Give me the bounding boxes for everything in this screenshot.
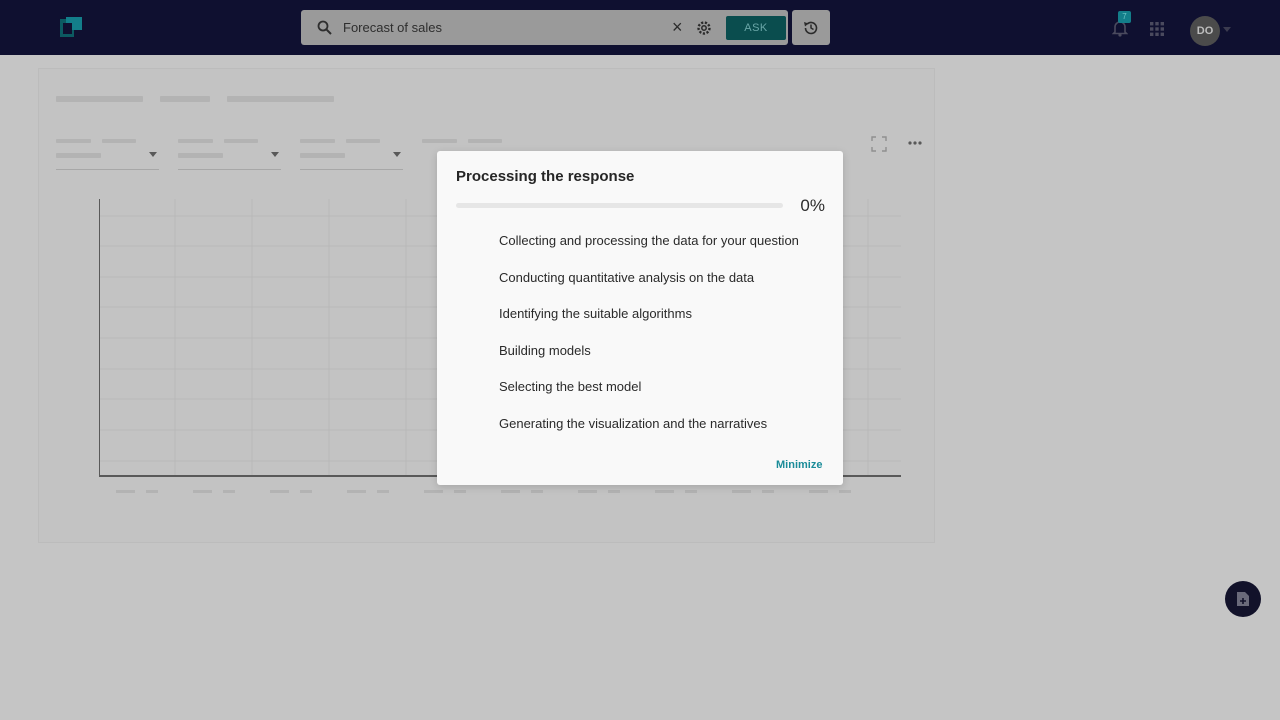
app-logo[interactable] [60,17,82,37]
search-bar[interactable]: Forecast of sales × ASK [301,10,788,45]
ask-button[interactable]: ASK [726,16,786,40]
progress-percent: 0% [800,196,825,215]
search-icon [317,20,332,35]
chevron-down-icon[interactable] [1223,27,1231,32]
step-item: Generating the visualization and the nar… [499,415,768,431]
step-item: Selecting the best model [499,379,642,394]
dialog-title: Processing the response [456,168,635,185]
search-input[interactable]: Forecast of sales [343,20,442,35]
notification-badge: 7 [1118,11,1131,23]
minimize-button[interactable]: Minimize [776,459,822,471]
history-icon [804,21,818,35]
new-report-button[interactable] [1225,581,1261,617]
gear-icon[interactable] [695,19,713,37]
step-item: Building models [499,342,591,358]
history-button[interactable] [792,10,830,45]
clear-search-icon[interactable]: × [672,18,683,36]
apps-grid-icon[interactable] [1150,22,1164,36]
step-item: Conducting quantitative analysis on the … [499,269,755,285]
top-bar: Forecast of sales × ASK 7 DO [0,0,1280,55]
add-document-icon [1237,592,1249,606]
step-list: Collecting and processing the data for y… [499,233,799,452]
progress-bar [456,203,783,208]
step-item: Collecting and processing the data for y… [499,233,799,248]
step-item: Identifying the suitable algorithms [499,306,692,321]
processing-dialog: Processing the response 0% Collecting an… [437,151,843,485]
user-avatar[interactable]: DO [1190,16,1220,46]
